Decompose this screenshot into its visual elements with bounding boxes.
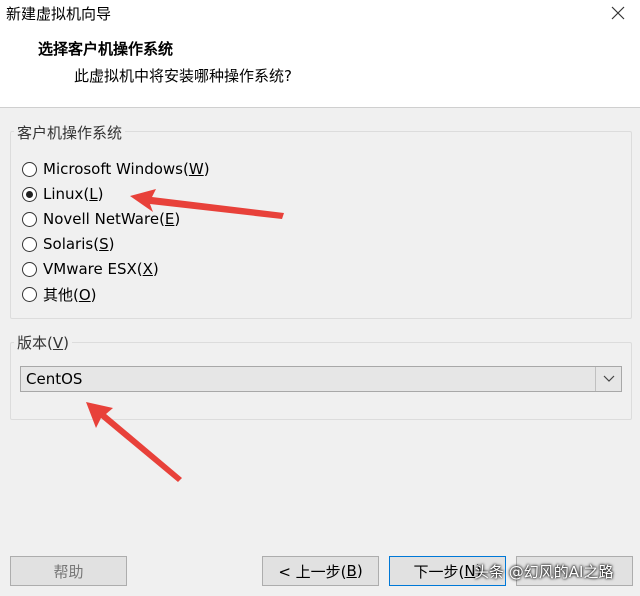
help-button[interactable]: 帮助 xyxy=(10,556,127,586)
radio-label-other: 其他(O) xyxy=(43,285,97,304)
radio-button[interactable] xyxy=(22,211,37,227)
radio-label-vmware-esx: VMware ESX(X) xyxy=(43,260,159,278)
version-group-label: 版本(V) xyxy=(14,332,72,353)
radio-solaris[interactable]: Solaris(S) xyxy=(22,233,114,255)
radio-label-netware: Novell NetWare(E) xyxy=(43,210,181,228)
radio-windows[interactable]: Microsoft Windows(W) xyxy=(22,158,210,180)
radio-dot-icon xyxy=(26,190,33,198)
guest-os-group-label: 客户机操作系统 xyxy=(14,122,126,143)
radio-button[interactable] xyxy=(22,261,37,277)
radio-button-selected[interactable] xyxy=(22,186,37,202)
radio-button[interactable] xyxy=(22,236,37,252)
page-title: 选择客户机操作系统 xyxy=(38,40,174,58)
title-bar: 新建虚拟机向导 xyxy=(0,0,640,26)
radio-button[interactable] xyxy=(22,161,37,177)
wizard-header: 选择客户机操作系统 此虚拟机中将安装哪种操作系统? xyxy=(0,26,640,108)
radio-label-solaris: Solaris(S) xyxy=(43,235,115,253)
chevron-down-icon xyxy=(603,375,614,382)
radio-label-windows: Microsoft Windows(W) xyxy=(43,160,210,178)
watermark: 头条 @幻风的AI之路 xyxy=(474,563,614,581)
radio-other[interactable]: 其他(O) xyxy=(22,283,97,305)
close-icon xyxy=(611,6,625,20)
page-subtitle: 此虚拟机中将安装哪种操作系统? xyxy=(74,67,292,85)
radio-button[interactable] xyxy=(22,286,37,302)
window-title: 新建虚拟机向导 xyxy=(6,5,112,23)
version-dropdown[interactable]: CentOS xyxy=(20,366,622,392)
radio-vmware-esx[interactable]: VMware ESX(X) xyxy=(22,258,159,280)
version-selected-value: CentOS xyxy=(26,370,83,388)
dropdown-arrow[interactable] xyxy=(595,367,621,391)
back-button[interactable]: < 上一步(B) xyxy=(262,556,379,586)
close-button[interactable] xyxy=(596,0,640,26)
radio-linux[interactable]: Linux(L) xyxy=(22,183,104,205)
radio-label-linux: Linux(L) xyxy=(43,185,104,203)
radio-netware[interactable]: Novell NetWare(E) xyxy=(22,208,180,230)
